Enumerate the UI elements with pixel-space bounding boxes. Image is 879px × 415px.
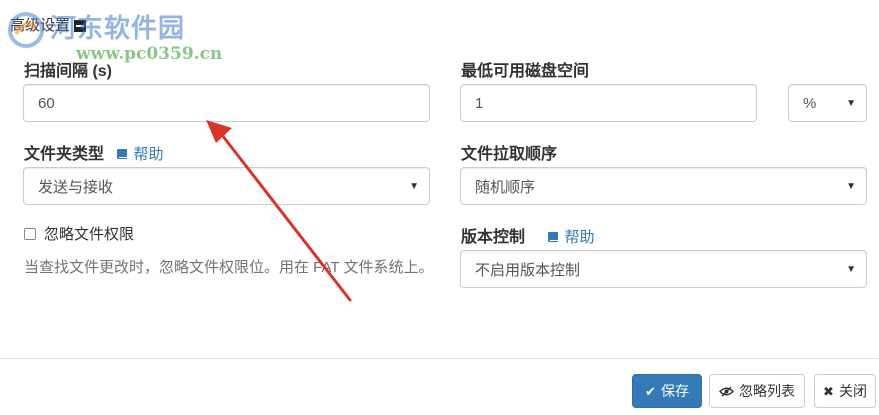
versioning-help-link[interactable]: 帮助 — [547, 226, 594, 247]
chevron-down-icon: ▼ — [846, 180, 856, 192]
min-disk-space-label: 最低可用磁盘空间 — [461, 63, 590, 80]
folder-type-value: 发送与接收 — [38, 178, 114, 196]
disk-space-unit-value: % — [803, 94, 817, 112]
close-button-label: 关闭 — [838, 383, 867, 399]
collapse-icon[interactable] — [74, 19, 87, 32]
folder-type-help-link[interactable]: 帮助 — [116, 143, 163, 164]
folder-type-help-text: 帮助 — [133, 145, 164, 163]
ignore-permissions-row[interactable]: 忽略文件权限 — [24, 223, 134, 244]
ignore-list-button-label: 忽略列表 — [739, 383, 795, 399]
section-title: 高级设置 — [10, 17, 71, 34]
folder-type-label-text: 文件夹类型 — [24, 146, 105, 163]
chevron-down-icon: ▼ — [409, 180, 419, 192]
ignore-permissions-description: 当查找文件更改时，忽略文件权限位。用在 FAT 文件系统上。 — [24, 259, 434, 276]
close-icon: ✖ — [823, 383, 834, 399]
versioning-label-text: 版本控制 — [461, 229, 526, 246]
annotation-arrow — [206, 120, 352, 302]
min-disk-space-value: 1 — [475, 94, 484, 112]
folder-type-label: 文件夹类型 帮助 — [24, 140, 163, 164]
save-button[interactable]: ✔ 保存 — [632, 374, 702, 408]
versioning-label: 版本控制 帮助 — [461, 223, 594, 247]
ignore-permissions-checkbox[interactable] — [24, 227, 36, 240]
advanced-settings-panel: 高级设置 河东软件园 www.pc0359.cn 扫描间隔 (s) 60 最低可… — [0, 0, 879, 415]
save-button-label: 保存 — [660, 383, 689, 399]
chevron-down-icon: ▼ — [846, 97, 856, 109]
advanced-settings-header[interactable]: 高级设置 — [10, 14, 87, 35]
versioning-value: 不启用版本控制 — [475, 261, 581, 279]
ignore-permissions-label: 忽略文件权限 — [44, 226, 135, 243]
footer-divider — [0, 358, 879, 359]
scan-interval-input[interactable]: 60 — [23, 84, 430, 122]
book-icon — [548, 232, 559, 242]
check-icon: ✔ — [645, 383, 656, 399]
folder-type-select[interactable]: 发送与接收 ▼ — [23, 167, 430, 205]
chevron-down-icon: ▼ — [846, 263, 856, 275]
eye-slash-icon — [719, 386, 734, 396]
close-button[interactable]: ✖ 关闭 — [814, 374, 876, 408]
ignore-list-button[interactable]: 忽略列表 — [709, 374, 805, 408]
book-icon — [117, 149, 128, 159]
scan-interval-value: 60 — [38, 94, 55, 112]
scan-interval-label: 扫描间隔 (s) — [24, 63, 113, 80]
versioning-help-text: 帮助 — [564, 228, 595, 246]
pull-order-label: 文件拉取顺序 — [461, 146, 558, 163]
disk-space-unit-select[interactable]: % ▼ — [788, 84, 867, 122]
pull-order-value: 随机顺序 — [475, 178, 536, 196]
pull-order-select[interactable]: 随机顺序 ▼ — [460, 167, 867, 205]
versioning-select[interactable]: 不启用版本控制 ▼ — [460, 250, 867, 288]
min-disk-space-input[interactable]: 1 — [460, 84, 757, 122]
